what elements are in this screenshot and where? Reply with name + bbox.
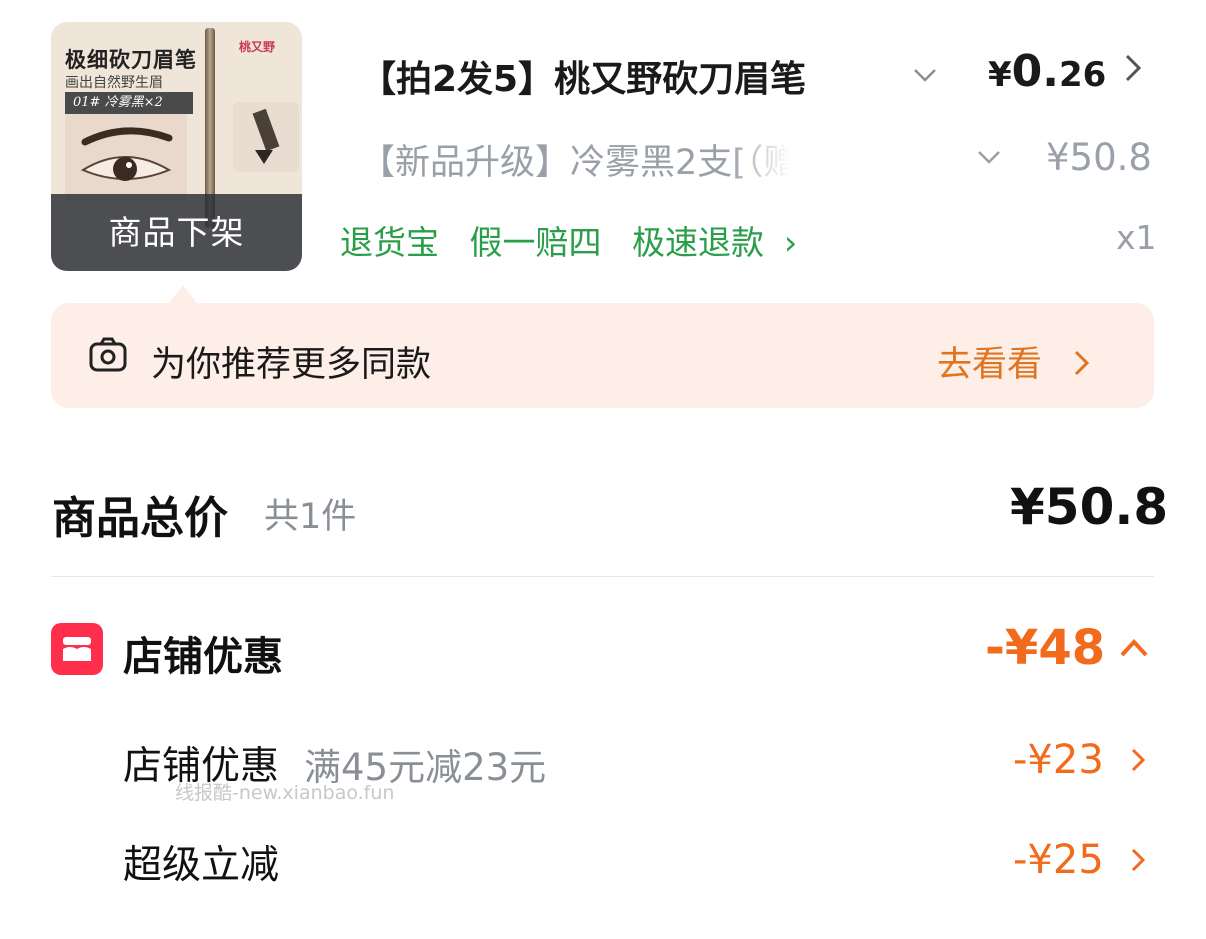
discount-item-label: 超级立减 <box>123 843 280 888</box>
total-price: ¥50.8 <box>1010 478 1169 536</box>
item-count: 共1件 <box>264 497 357 537</box>
thumbnail-brand: 桃又野 <box>239 40 276 54</box>
chevron-right-icon <box>1131 748 1145 772</box>
chevron-right-icon[interactable] <box>1122 52 1144 93</box>
spec-price: ¥50.8 <box>1046 136 1152 179</box>
chevron-down-icon[interactable] <box>912 58 938 91</box>
recommend-text: 为你推荐更多同款 <box>151 345 432 385</box>
tag-fake-compensation[interactable]: 假一赔四 <box>470 223 602 262</box>
divider <box>51 576 1154 577</box>
thumbnail-title: 极细砍刀眉笔 <box>65 47 197 72</box>
product-price: ¥0.26 <box>988 46 1107 97</box>
tag-return-insurance[interactable]: 退货宝 <box>340 223 439 262</box>
discount-item-value[interactable]: -¥23 <box>1013 737 1149 783</box>
chevron-up-icon[interactable] <box>1119 636 1149 660</box>
product-spec[interactable]: 【新品升级】冷雾黑2支[（赠修眉 <box>360 134 790 184</box>
delisted-overlay: 商品下架 <box>51 194 302 271</box>
shop-discount-total: -¥48 <box>985 620 1106 676</box>
watermark: 线报酷-new.xianbao.fun <box>175 782 395 804</box>
chevron-down-icon[interactable] <box>976 140 1002 173</box>
product-thumbnail[interactable]: 极细砍刀眉笔 画出自然野生眉 桃又野 01# 冷雾黑×2 商品下架 <box>51 22 302 271</box>
discount-item-value[interactable]: -¥25 <box>1013 837 1149 883</box>
tags-chevron-icon: › <box>784 223 798 262</box>
go-see-link[interactable]: 去看看 <box>937 336 1093 387</box>
camera-icon <box>89 336 127 374</box>
quantity: x1 <box>1116 218 1157 257</box>
chevron-right-icon <box>1075 350 1090 376</box>
total-label: 商品总价 <box>52 493 228 544</box>
service-tags[interactable]: 退货宝 假一赔四 极速退款 › <box>340 216 817 264</box>
shop-icon <box>51 623 103 675</box>
recommend-similar-bar[interactable]: 为你推荐更多同款 去看看 <box>51 303 1154 408</box>
speech-pointer <box>169 285 197 303</box>
tag-fast-refund[interactable]: 极速退款 <box>632 223 764 262</box>
thumbnail-subtitle: 画出自然野生眉 <box>65 75 163 91</box>
pencil-tip-illustration <box>233 102 299 172</box>
product-title[interactable]: 【拍2发5】桃又野砍刀眉笔 <box>360 50 890 100</box>
eye-illustration <box>65 114 187 200</box>
chevron-right-icon <box>1131 848 1145 872</box>
thumbnail-shade-label: 01# 冷雾黑×2 <box>65 92 193 114</box>
shop-discount-label: 店铺优惠 <box>123 634 283 680</box>
